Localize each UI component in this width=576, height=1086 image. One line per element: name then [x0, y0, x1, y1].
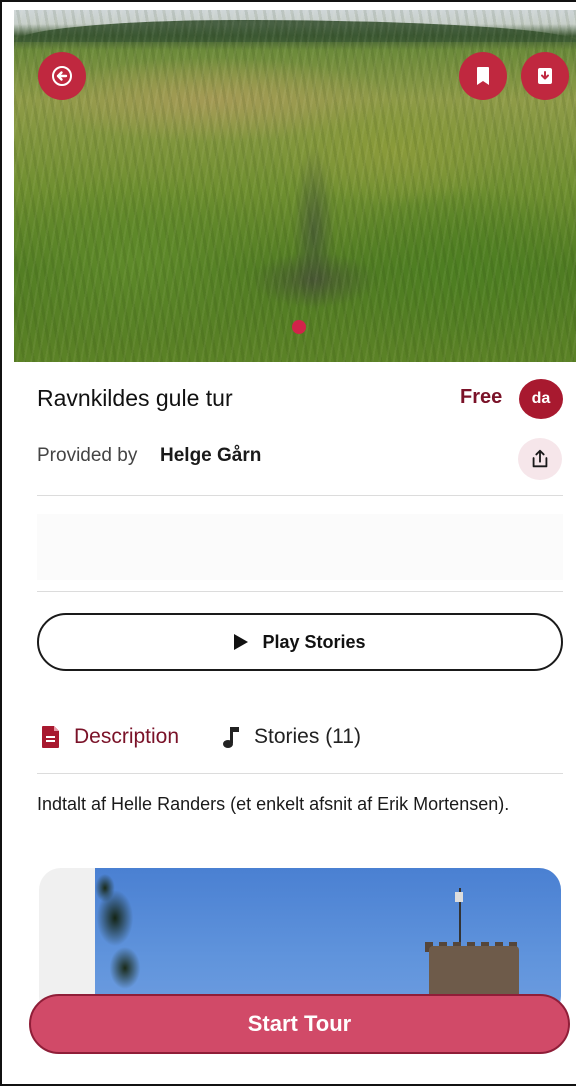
description-text: Indtalt af Helle Randers (et enkelt afsn…	[37, 794, 510, 814]
start-tour-button[interactable]: Start Tour	[29, 994, 570, 1054]
app-screen: Ravnkildes gule tur Free da Provided by …	[0, 0, 576, 1086]
flag	[455, 892, 463, 902]
play-icon	[234, 634, 249, 650]
tab-stories-label: Stories (11)	[254, 725, 361, 748]
provider-name[interactable]: Helge Gårn	[160, 445, 261, 467]
download-icon	[538, 68, 552, 84]
tab-description[interactable]: Description	[40, 720, 179, 754]
arrow-left-icon	[52, 66, 72, 86]
back-button[interactable]	[38, 52, 86, 100]
carousel-indicator-dot[interactable]	[292, 320, 306, 334]
bookmark-button[interactable]	[459, 52, 507, 100]
download-button[interactable]	[521, 52, 569, 100]
music-note-icon	[223, 727, 239, 748]
divider	[37, 495, 563, 496]
divider	[37, 591, 563, 592]
play-stories-label: Play Stories	[262, 631, 366, 652]
play-stories-button[interactable]: Play Stories	[37, 613, 563, 671]
tab-stories[interactable]: Stories (11)	[220, 720, 361, 754]
tour-title: Ravnkildes gule tur	[37, 385, 233, 411]
document-icon	[42, 726, 59, 748]
language-badge[interactable]: da	[519, 379, 563, 419]
tab-description-label: Description	[74, 725, 180, 748]
share-icon	[532, 449, 548, 468]
blank-content-area	[37, 514, 563, 580]
provided-by-label: Provided by	[37, 445, 138, 466]
share-button[interactable]	[518, 438, 562, 480]
divider	[37, 773, 563, 774]
price-label: Free	[460, 386, 503, 408]
start-tour-label: Start Tour	[247, 1011, 352, 1036]
bookmark-icon	[477, 67, 489, 85]
